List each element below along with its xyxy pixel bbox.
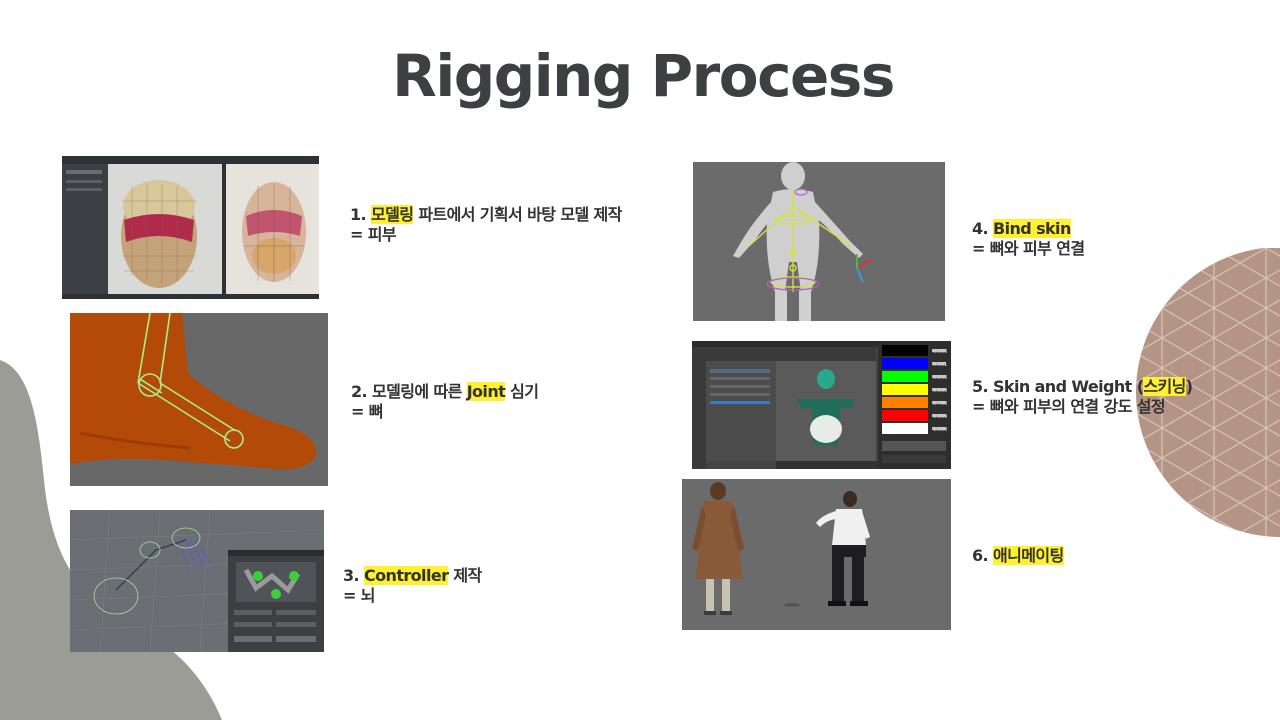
step-1-label: 1. 모델링 파트에서 기획서 바탕 모델 제작 = 피부: [350, 205, 622, 244]
slide-title: Rigging Process: [392, 42, 895, 110]
weight-value-label: 0.061: [933, 362, 947, 368]
modeling-screenshot: [62, 156, 319, 299]
step-4-label: 4. Bind skin = 뼈와 피부 연결: [972, 219, 1085, 258]
step-3-label: 3. Controller 제작 = 뇌: [343, 566, 482, 605]
step-5-label: 5. Skin and Weight (스키닝) = 뼈와 피부의 연결 강도 …: [972, 377, 1193, 416]
bind-skin-screenshot: [693, 162, 945, 321]
weight-value-label: 0.909: [933, 414, 947, 420]
controller-screenshot: [70, 510, 324, 652]
highlighted-term: 애니메이팅: [993, 546, 1064, 565]
step-6-label: 6. 애니메이팅: [972, 546, 1064, 565]
weight-value-label: 0.750: [933, 401, 947, 407]
highlighted-term: 스키닝: [1143, 377, 1186, 396]
weight-value-label: 1.000: [933, 427, 947, 433]
highlighted-term: Joint: [466, 382, 506, 401]
joint-foot-screenshot: [70, 313, 328, 486]
skin-weight-screenshot: 0.000 0.061 0.250 0.500 0.750 0.909 1.000: [692, 341, 951, 469]
highlighted-term: Bind skin: [993, 219, 1071, 238]
weight-value-label: 0.500: [933, 388, 947, 394]
step-2-label: 2. 모델링에 따른 Joint 심기 = 뼈: [351, 382, 539, 421]
slide: Rigging Process 0.000 0.061 0.250 0.500 …: [0, 0, 1280, 720]
weight-value-label: 0.250: [933, 375, 947, 381]
weight-color-table: [882, 345, 928, 434]
animating-screenshot: [682, 479, 951, 630]
highlighted-term: Controller: [364, 566, 449, 585]
highlighted-term: 모델링: [371, 205, 414, 224]
weight-value-label: 0.000: [933, 349, 947, 355]
